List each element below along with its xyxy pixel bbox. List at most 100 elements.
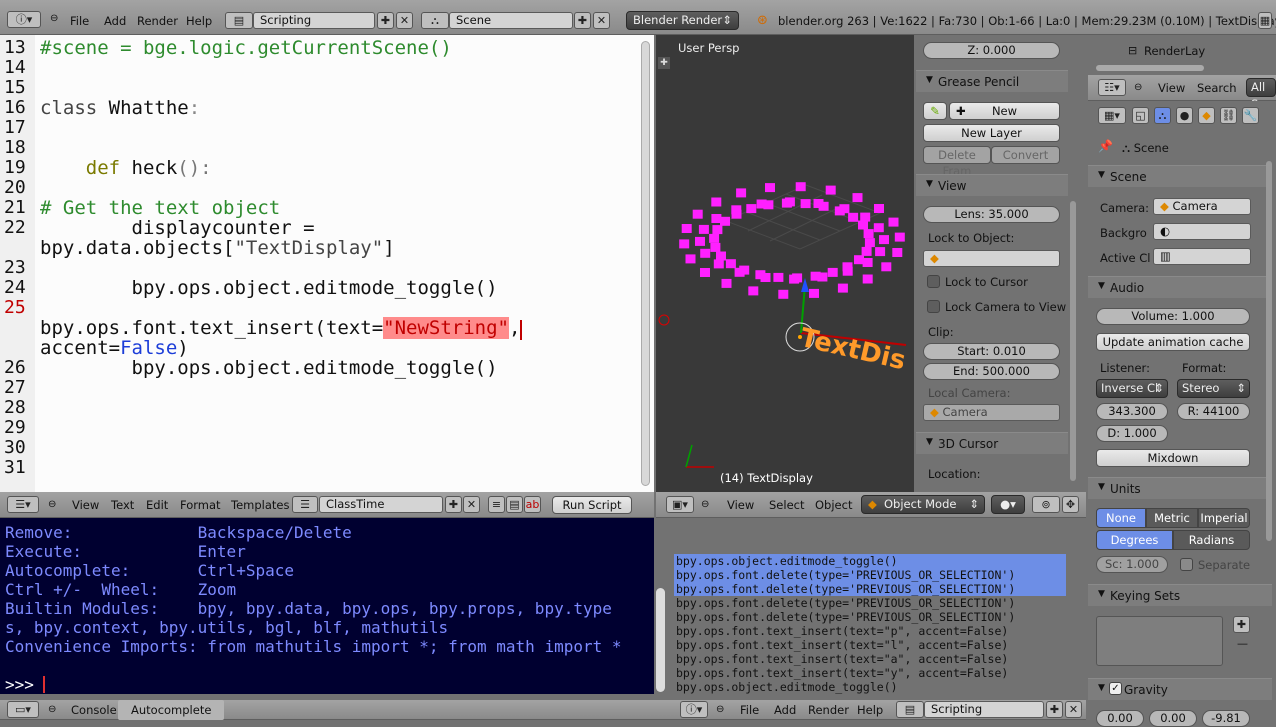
- 3d-scene[interactable]: [656, 35, 914, 492]
- cube-object[interactable]: [837, 283, 848, 293]
- cube-object[interactable]: [800, 199, 811, 209]
- clip-start-field[interactable]: Start: 0.010: [923, 343, 1060, 360]
- cube-object[interactable]: [698, 224, 709, 234]
- syntax-highlight-toggle-icon[interactable]: ab: [524, 496, 541, 513]
- info-editor-icon[interactable]: ⓘ▾: [680, 701, 708, 718]
- menu-view[interactable]: View: [72, 495, 99, 516]
- audio-panel[interactable]: Audio: [1088, 276, 1272, 298]
- menu-help[interactable]: Help: [857, 700, 883, 720]
- menu-templates[interactable]: Templates: [231, 495, 289, 516]
- units-metric-button[interactable]: Metric: [1146, 508, 1198, 528]
- local-camera-field[interactable]: ◆ Camera: [923, 404, 1060, 421]
- cube-object[interactable]: [784, 197, 795, 207]
- cube-object[interactable]: [778, 289, 789, 299]
- shading-select[interactable]: ●▾: [991, 495, 1025, 514]
- lock-camera-checkbox[interactable]: [927, 300, 940, 313]
- modifier-tab-icon[interactable]: 🔧: [1242, 107, 1259, 124]
- cube-object[interactable]: [760, 273, 771, 282]
- cube-object[interactable]: [681, 224, 692, 233]
- remove-screen-icon[interactable]: ✕: [1065, 701, 1082, 718]
- cube-object[interactable]: [713, 259, 724, 269]
- doppler-field[interactable]: D: 1.000: [1096, 425, 1168, 442]
- pin-icon[interactable]: 📌: [1098, 139, 1113, 153]
- props-scrollbar[interactable]: [1070, 201, 1076, 481]
- cube-object[interactable]: [725, 259, 736, 269]
- render-engine-select[interactable]: Blender Render ⇕: [626, 11, 739, 30]
- cube-object[interactable]: [862, 274, 873, 284]
- cube-object[interactable]: [709, 233, 720, 243]
- menu-file[interactable]: File: [740, 700, 759, 720]
- menu-add[interactable]: Add: [104, 11, 126, 32]
- menu-search[interactable]: Search: [1197, 78, 1237, 99]
- cube-object[interactable]: [748, 286, 759, 296]
- cube-object[interactable]: [875, 247, 886, 257]
- cube-object[interactable]: [809, 288, 819, 298]
- background-field[interactable]: ◐: [1153, 223, 1251, 240]
- pencil-icon[interactable]: ✎: [923, 102, 947, 120]
- mixdown-button[interactable]: Mixdown: [1096, 449, 1250, 467]
- grease-pencil-panel[interactable]: Grease Pencil: [916, 70, 1068, 92]
- remove-screen-icon[interactable]: ✕: [396, 12, 413, 29]
- editor-type-icon[interactable]: ▦▾: [1098, 107, 1126, 124]
- cube-object[interactable]: [736, 188, 747, 198]
- cube-object[interactable]: [685, 254, 696, 264]
- cube-object[interactable]: [795, 182, 806, 192]
- info-log[interactable]: bpy.ops.object.editmode_toggle() bpy.ops…: [670, 518, 1086, 694]
- text-browse-icon[interactable]: ☰: [292, 496, 318, 513]
- word-wrap-toggle-icon[interactable]: ▤: [506, 496, 523, 513]
- editor-type-icon[interactable]: ▣▾: [666, 496, 694, 513]
- outliner[interactable]: ⊟ RenderLay: [1088, 35, 1276, 75]
- screen-layout-icon[interactable]: ▤: [225, 12, 253, 29]
- cube-object[interactable]: [848, 212, 859, 222]
- cube-object[interactable]: [827, 267, 838, 277]
- units-imperial-button[interactable]: Imperial: [1198, 508, 1250, 528]
- lock-object-field[interactable]: ◆: [923, 250, 1060, 267]
- cube-object[interactable]: [861, 246, 872, 256]
- screen-field[interactable]: Scripting: [924, 701, 1044, 718]
- camera-field[interactable]: ◆ Camera: [1153, 198, 1251, 215]
- menu-object[interactable]: Object: [815, 495, 852, 516]
- collapse-icon[interactable]: ⊖: [716, 704, 724, 715]
- cube-object[interactable]: [842, 266, 853, 276]
- log-line[interactable]: bpy.ops.object.editmode_toggle(): [676, 680, 898, 694]
- cube-object[interactable]: [700, 268, 710, 277]
- keying-sets-panel[interactable]: Keying Sets: [1088, 584, 1272, 606]
- menu-add[interactable]: Add: [774, 700, 796, 720]
- convert-button[interactable]: Convert: [991, 146, 1060, 164]
- line-numbers-toggle-icon[interactable]: ≡: [488, 496, 505, 513]
- delete-frame-button[interactable]: Delete Fram: [923, 146, 991, 178]
- units-none-button[interactable]: None: [1096, 508, 1146, 528]
- gravity-y-field[interactable]: 0.00: [1149, 710, 1197, 727]
- tab-autocomplete[interactable]: Autocomplete: [118, 700, 225, 720]
- log-line[interactable]: bpy.ops.font.text_insert(text="p", accen…: [676, 624, 1008, 638]
- collapse-icon[interactable]: ⊖: [48, 499, 56, 510]
- menu-view[interactable]: View: [727, 495, 754, 516]
- cube-object[interactable]: [679, 239, 690, 249]
- speed-field[interactable]: 343.300: [1096, 403, 1168, 420]
- editor-type-icon[interactable]: ☰▾: [7, 496, 39, 513]
- cube-object[interactable]: [888, 217, 899, 227]
- scene-icon[interactable]: ⛬: [421, 12, 449, 29]
- new-text-icon[interactable]: ✚: [445, 496, 462, 513]
- cube-object[interactable]: [734, 267, 745, 277]
- format-select[interactable]: Stereo ⇕: [1177, 379, 1250, 398]
- log-line[interactable]: bpy.ops.object.editmode_toggle(): [676, 554, 898, 568]
- add-screen-icon[interactable]: ✚: [1046, 701, 1063, 718]
- add-screen-icon[interactable]: ✚: [377, 12, 394, 29]
- z-field[interactable]: Z: 0.000: [923, 42, 1060, 59]
- tab-console[interactable]: Console: [71, 700, 117, 720]
- textblock-name[interactable]: ClassTime: [319, 496, 443, 513]
- cube-object[interactable]: [716, 251, 726, 261]
- constraints-tab-icon[interactable]: ⛓: [1220, 107, 1237, 124]
- area-corner-icon[interactable]: ▦: [1258, 12, 1272, 29]
- cube-object[interactable]: [879, 235, 889, 245]
- collapse-icon[interactable]: ⊖: [701, 499, 709, 510]
- menu-file[interactable]: File: [70, 11, 89, 32]
- cube-object[interactable]: [862, 258, 873, 267]
- cube-object[interactable]: [721, 278, 732, 288]
- log-line[interactable]: bpy.ops.font.text_insert(text="l", accen…: [676, 638, 1008, 652]
- cube-object[interactable]: [873, 223, 884, 233]
- keying-sets-list[interactable]: [1096, 616, 1223, 666]
- mode-select[interactable]: ◆ Object Mode ⇕: [861, 495, 985, 514]
- clip-end-field[interactable]: End: 500.000: [923, 363, 1060, 380]
